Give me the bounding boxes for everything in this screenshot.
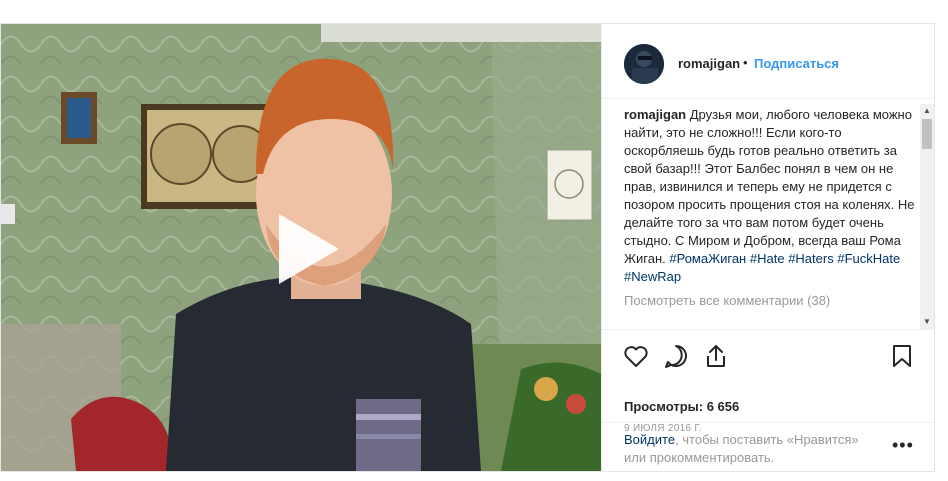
caption-text: Друзья мои, любого человека можно найти,… [624,107,915,266]
bookmark-icon[interactable] [888,342,916,370]
caption-username[interactable]: romajigan [624,107,686,122]
more-options-icon[interactable]: ••• [892,435,913,455]
play-icon [279,214,339,284]
login-prompt-text: Войдите, чтобы поставить «Нравится» или … [624,431,884,467]
video-player[interactable] [1,24,601,471]
view-all-comments-link[interactable]: Посмотреть все комментарии (38) [624,292,916,310]
heart-icon[interactable] [622,342,650,370]
login-prompt: Войдите, чтобы поставить «Нравится» или … [602,422,935,471]
hashtag-link[interactable]: #РомаЖиган [669,251,746,266]
hashtag-link[interactable]: #NewRap [624,269,681,284]
post-sidebar: romajigan • Подписаться romajigan Друзья… [601,24,935,471]
scroll-up-arrow-icon[interactable]: ▲ [920,104,934,118]
comment-icon[interactable] [662,342,690,370]
avatar[interactable] [624,44,664,84]
instagram-embed: romajigan • Подписаться romajigan Друзья… [0,23,935,472]
play-button[interactable] [271,214,341,284]
share-icon[interactable] [702,342,730,370]
header-username[interactable]: romajigan [678,56,740,71]
hashtag-link[interactable]: #Haters [788,251,834,266]
view-count: Просмотры: 6 656 [624,399,740,414]
login-link[interactable]: Войдите [624,432,675,447]
hashtag-link[interactable]: #Hate [750,251,785,266]
avatar-image [624,44,664,84]
separator-dot: • [743,55,748,70]
post-header: romajigan • Подписаться [602,24,935,99]
comments-scrollbar[interactable]: ▲ ▼ [920,104,934,329]
scrollbar-thumb[interactable] [922,119,932,149]
hashtag-link[interactable]: #FuckHate [837,251,900,266]
follow-button[interactable]: Подписаться [754,56,839,71]
scroll-down-arrow-icon[interactable]: ▼ [920,315,934,329]
caption-area: romajigan Друзья мои, любого человека мо… [624,106,916,328]
